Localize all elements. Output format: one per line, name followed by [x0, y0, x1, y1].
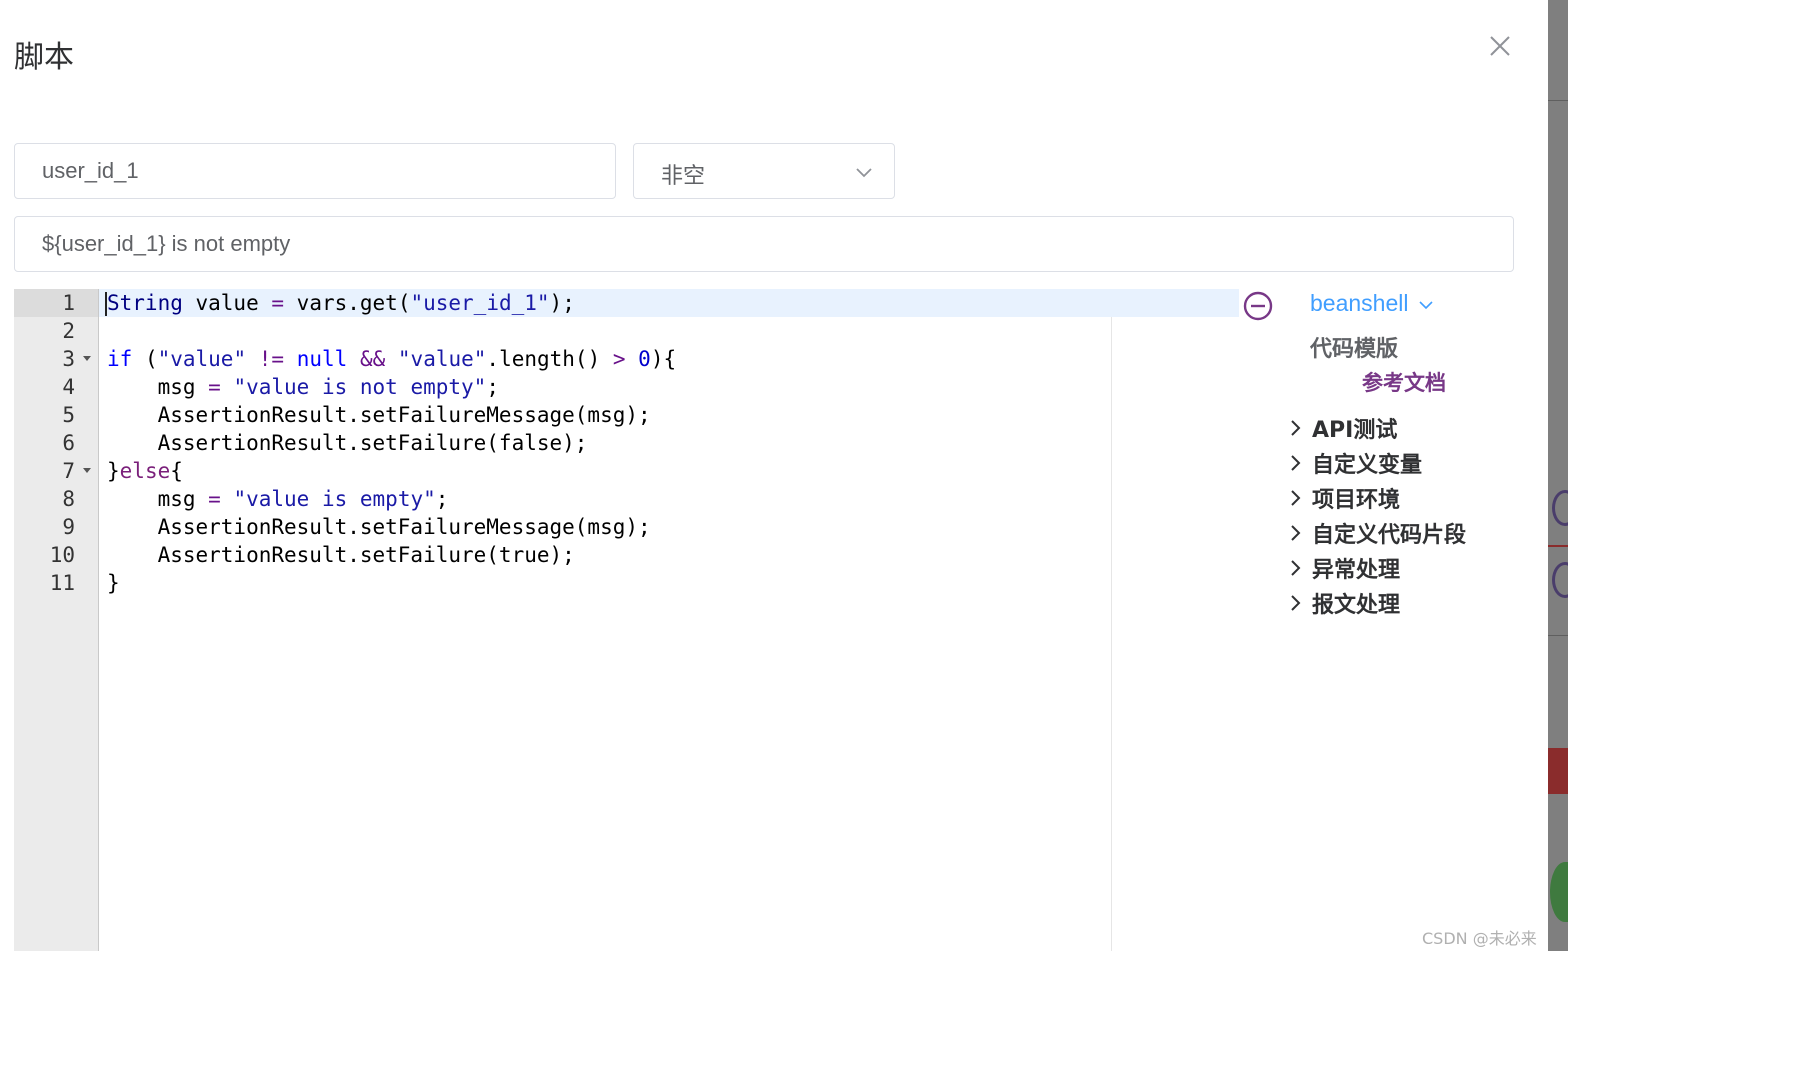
line-number: 1 — [14, 289, 98, 317]
backdrop-divider — [1548, 635, 1568, 636]
tree-item-label: API测试 — [1312, 418, 1398, 443]
line-number: 6 — [62, 431, 75, 455]
dialog-title: 脚本 — [14, 40, 74, 75]
tree-item-message-handling[interactable]: 报文处理 — [1286, 588, 1400, 618]
line-number: 2 — [62, 319, 75, 343]
language-select-value: beanshell — [1310, 290, 1409, 316]
line-number: 11 — [49, 571, 75, 595]
chevron-right-icon — [1291, 455, 1301, 471]
chevron-right-icon — [1291, 420, 1301, 436]
code-line[interactable]: msg = "value is not empty"; — [99, 373, 1239, 401]
chevron-right-icon — [1291, 490, 1301, 506]
code-editor[interactable]: 1 2 3 4 5 6 7 8 9 10 11 String value = v… — [14, 289, 1239, 951]
close-button[interactable] — [1486, 32, 1514, 60]
language-select[interactable]: beanshell — [1310, 290, 1434, 320]
line-number: 8 — [62, 487, 75, 511]
variable-input-wrapper — [14, 143, 616, 199]
code-line[interactable]: String value = vars.get("user_id_1"); — [99, 289, 1239, 317]
line-number: 7 — [14, 457, 98, 485]
line-number: 5 — [62, 403, 75, 427]
code-line[interactable]: if ("value" != null && "value".length() … — [99, 345, 1239, 373]
tree-item-custom-snippets[interactable]: 自定义代码片段 — [1286, 518, 1466, 548]
code-line[interactable]: } — [99, 569, 1239, 597]
code-line[interactable]: AssertionResult.setFailure(true); — [99, 541, 1239, 569]
chevron-right-icon — [1291, 595, 1301, 611]
modal-backdrop[interactable] — [1548, 0, 1568, 951]
tree-item-project-env[interactable]: 项目环境 — [1286, 483, 1400, 513]
editor-gutter: 1 2 3 4 5 6 7 8 9 10 11 — [14, 289, 99, 951]
condition-select[interactable]: 非空 — [633, 143, 895, 199]
backdrop-shape — [1552, 490, 1568, 526]
line-number: 4 — [62, 375, 75, 399]
tree-item-api-test[interactable]: API测试 — [1286, 413, 1397, 443]
line-number: 10 — [49, 543, 75, 567]
code-line[interactable]: AssertionResult.setFailureMessage(msg); — [99, 401, 1239, 429]
chevron-right-icon — [1291, 525, 1301, 541]
watermark: CSDN @未必来迟 — [1422, 929, 1537, 948]
fold-arrow-icon[interactable] — [83, 356, 91, 361]
tree-item-label: 自定义代码片段 — [1312, 523, 1467, 548]
code-line[interactable] — [99, 317, 1239, 345]
tree-item-label: 报文处理 — [1312, 593, 1401, 618]
code-line[interactable]: }else{ — [99, 457, 1239, 485]
line-number: 9 — [62, 515, 75, 539]
backdrop-shape — [1552, 562, 1568, 598]
tree-item-label: 自定义变量 — [1312, 453, 1423, 478]
chevron-right-icon — [1291, 560, 1301, 576]
close-icon — [1490, 36, 1510, 56]
template-title: 代码模版 — [1310, 337, 1399, 362]
description-input-wrapper — [14, 216, 1514, 272]
line-number: 3 — [14, 345, 98, 373]
tree-item-custom-variables[interactable]: 自定义变量 — [1286, 448, 1422, 478]
fold-arrow-icon[interactable] — [83, 468, 91, 473]
backdrop-divider — [1548, 100, 1568, 101]
condition-select-value: 非空 — [661, 164, 706, 189]
code-line[interactable]: AssertionResult.setFailureMessage(msg); — [99, 513, 1239, 541]
description-input[interactable] — [15, 217, 1513, 271]
chevron-down-icon — [1419, 301, 1434, 310]
tree-item-exception-handling[interactable]: 异常处理 — [1286, 553, 1400, 583]
collapse-panel-icon[interactable] — [1242, 290, 1274, 322]
tree-item-label: 异常处理 — [1312, 558, 1401, 583]
code-area[interactable]: String value = vars.get("user_id_1");if … — [99, 289, 1239, 951]
backdrop-divider — [1548, 545, 1568, 547]
tree-item-label: 项目环境 — [1312, 488, 1401, 513]
backdrop-shape — [1550, 862, 1568, 922]
variable-input[interactable] — [15, 144, 615, 198]
script-dialog: 脚本 非空 1 2 3 4 5 6 7 8 9 10 11 Str — [0, 0, 1548, 951]
chevron-down-icon — [856, 168, 872, 178]
docs-link[interactable]: 参考文档 — [1362, 367, 1446, 397]
backdrop-shape — [1548, 748, 1568, 794]
code-line[interactable]: AssertionResult.setFailure(false); — [99, 429, 1239, 457]
code-line[interactable]: msg = "value is empty"; — [99, 485, 1239, 513]
